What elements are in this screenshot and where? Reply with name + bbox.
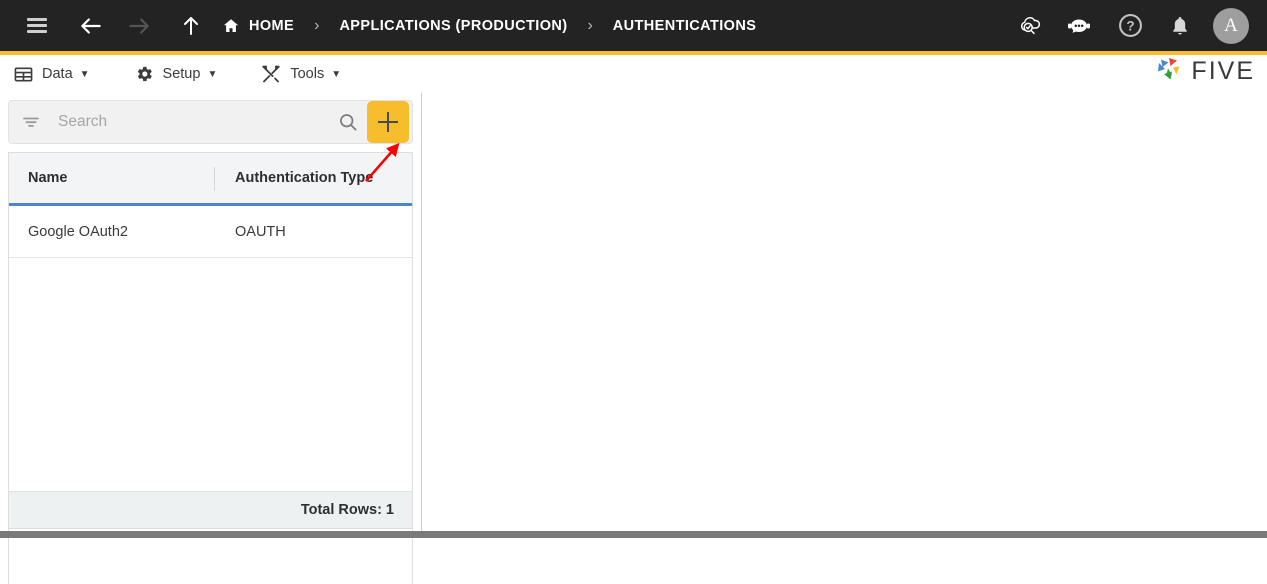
horizontal-scrollbar[interactable] — [0, 531, 1267, 538]
five-logo: FIVE — [1154, 54, 1255, 88]
forward-arrow-icon — [122, 9, 156, 43]
breadcrumb-item-home[interactable]: HOME — [222, 17, 294, 35]
five-logo-mark — [1154, 55, 1184, 88]
column-separator[interactable] — [214, 167, 215, 191]
topbar-actions: ? A — [1013, 7, 1249, 44]
breadcrumb-item-authentications[interactable]: AUTHENTICATIONS — [613, 18, 756, 34]
menu-item-setup[interactable]: Setup ▼ — [134, 64, 218, 84]
chat-bot-icon[interactable] — [1063, 9, 1097, 43]
avatar-initial: A — [1224, 14, 1238, 36]
cell-authentication-type: OAUTH — [235, 223, 286, 240]
table-header-row: Name Authentication Type — [9, 153, 412, 206]
chevron-down-icon: ▼ — [79, 68, 90, 80]
back-arrow-icon[interactable] — [74, 9, 108, 43]
breadcrumb-label: AUTHENTICATIONS — [612, 17, 757, 34]
search-input[interactable] — [56, 112, 337, 132]
menu-item-label: Tools — [290, 66, 325, 82]
breadcrumb-separator: › — [314, 16, 320, 34]
breadcrumb-separator: › — [587, 16, 593, 34]
top-navigation-bar: HOME › APPLICATIONS (PRODUCTION) › AUTHE… — [0, 0, 1267, 51]
notifications-bell-icon[interactable] — [1163, 9, 1197, 43]
column-header-authentication-type[interactable]: Authentication Type — [214, 170, 412, 186]
column-header-name[interactable]: Name — [9, 170, 214, 186]
hamburger-line — [27, 18, 47, 21]
menu-item-data[interactable]: Data ▼ — [14, 65, 90, 84]
table-grid-icon — [14, 65, 33, 84]
chevron-down-icon: ▼ — [207, 68, 218, 80]
filter-icon[interactable] — [21, 112, 41, 132]
five-logo-text: FIVE — [1191, 56, 1255, 85]
cloud-search-icon[interactable] — [1013, 9, 1047, 43]
user-avatar[interactable]: A — [1213, 7, 1249, 44]
up-arrow-icon[interactable] — [174, 9, 208, 43]
breadcrumb-item-applications[interactable]: APPLICATIONS (PRODUCTION) — [339, 18, 567, 34]
help-icon[interactable]: ? — [1113, 9, 1147, 43]
breadcrumb-label: APPLICATIONS (PRODUCTION) — [339, 17, 568, 34]
hamburger-menu-icon[interactable] — [20, 9, 54, 43]
total-rows-label: Total Rows: 1 — [300, 502, 394, 518]
scrollbar-thumb[interactable] — [0, 531, 1267, 538]
menu-item-label: Data — [42, 66, 73, 82]
breadcrumb-label: HOME — [249, 17, 295, 34]
menu-item-label: Setup — [162, 66, 201, 82]
menu-item-tools[interactable]: Tools ▼ — [261, 64, 341, 84]
add-button[interactable] — [367, 101, 409, 143]
breadcrumb: HOME › APPLICATIONS (PRODUCTION) › AUTHE… — [218, 17, 1013, 35]
svg-text:?: ? — [1126, 19, 1134, 34]
home-icon — [222, 17, 240, 35]
hamburger-line — [27, 24, 47, 27]
table-footer: Total Rows: 1 — [8, 491, 413, 529]
authentications-list-panel: Name Authentication Type Google OAuth2 O… — [0, 93, 422, 584]
tools-icon — [261, 64, 281, 84]
plus-icon — [378, 112, 398, 132]
application-menu-bar: Data ▼ Setup ▼ Tools ▼ — [0, 55, 1267, 93]
hamburger-line — [27, 30, 47, 33]
magnifier-icon[interactable] — [337, 111, 359, 133]
table-body: Google OAuth2 OAUTH — [9, 206, 412, 258]
cell-name: Google OAuth2 — [28, 223, 128, 240]
table-row[interactable]: Google OAuth2 OAUTH — [9, 206, 412, 258]
search-bar — [8, 100, 413, 144]
chevron-down-icon: ▼ — [331, 68, 342, 80]
gear-icon — [134, 64, 154, 84]
